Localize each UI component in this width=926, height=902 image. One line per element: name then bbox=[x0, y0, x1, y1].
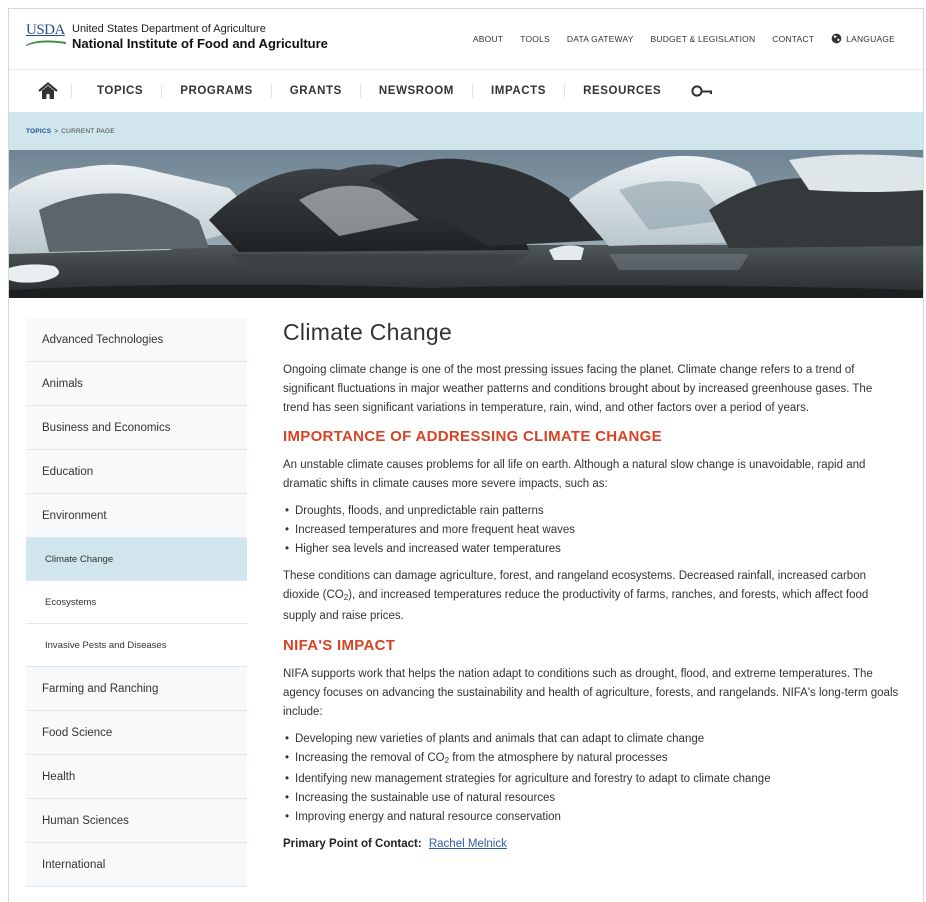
nav-programs[interactable]: PROGRAMS bbox=[161, 84, 271, 98]
breadcrumb-separator: > bbox=[54, 127, 59, 135]
goal-text-b: from the atmosphere by natural processes bbox=[449, 752, 668, 764]
nav-resources[interactable]: RESOURCES bbox=[564, 84, 679, 98]
list-item: Droughts, floods, and unpredictable rain… bbox=[283, 502, 901, 521]
sidebar-item-education[interactable]: Education bbox=[26, 450, 247, 494]
sidebar-item-human-sciences[interactable]: Human Sciences bbox=[26, 799, 247, 843]
nav-grants[interactable]: GRANTS bbox=[270, 84, 360, 98]
sidebar-item-animals[interactable]: Animals bbox=[26, 362, 247, 406]
page-title: Climate Change bbox=[283, 319, 453, 345]
util-link-budget-legislation[interactable]: BUDGET & LEGISLATION bbox=[651, 34, 756, 44]
sidebar-item-environment[interactable]: Environment bbox=[26, 494, 247, 538]
hero-glacier-illustration bbox=[9, 150, 923, 298]
breadcrumb: TOPICS > CURRENT PAGE bbox=[9, 112, 923, 150]
breadcrumb-topics-link[interactable]: TOPICS bbox=[26, 128, 51, 135]
conditions-text-b: ), and increased temperatures reduce the… bbox=[283, 589, 869, 622]
page-frame: USDA United States Department of Agricul… bbox=[8, 8, 924, 902]
util-link-about[interactable]: ABOUT bbox=[473, 34, 503, 44]
list-item: Improving energy and natural resource co… bbox=[283, 808, 901, 827]
usda-swoosh-icon bbox=[26, 40, 66, 46]
usda-logo-link[interactable]: USDA United States Department of Agricul… bbox=[26, 22, 328, 51]
nav-topics[interactable]: TOPICS bbox=[71, 84, 161, 98]
list-item: Developing new varieties of plants and a… bbox=[283, 730, 901, 749]
language-label: LANGUAGE bbox=[846, 33, 895, 44]
sidebar-subitem-climate-change[interactable]: Climate Change bbox=[26, 538, 247, 581]
list-item: Increasing the sustainable use of natura… bbox=[283, 789, 901, 808]
point-of-contact: Primary Point of Contact: Rachel Melnick bbox=[283, 835, 901, 854]
list-item: Higher sea levels and increased water te… bbox=[283, 540, 901, 559]
department-name: United States Department of Agriculture bbox=[72, 23, 266, 35]
util-link-tools[interactable]: TOOLS bbox=[520, 34, 550, 44]
logo-text: United States Department of Agriculture … bbox=[72, 22, 328, 51]
main-article: Climate Change Ongoing climate change is… bbox=[283, 318, 901, 854]
section-heading-importance: IMPORTANCE OF ADDRESSING CLIMATE CHANGE bbox=[283, 428, 662, 445]
list-item: Increased temperatures and more frequent… bbox=[283, 521, 901, 540]
goals-list: Developing new varieties of plants and a… bbox=[283, 730, 901, 827]
sidebar-subitem-ecosystems[interactable]: Ecosystems bbox=[26, 581, 247, 624]
nav-impacts[interactable]: IMPACTS bbox=[471, 84, 564, 98]
nifa-paragraph: NIFA supports work that helps the nation… bbox=[283, 668, 899, 718]
impacts-list: Droughts, floods, and unpredictable rain… bbox=[283, 502, 901, 559]
sidebar-item-health[interactable]: Health bbox=[26, 755, 247, 799]
sidebar-item-food-science[interactable]: Food Science bbox=[26, 711, 247, 755]
goal-text-a: Increasing the removal of CO bbox=[295, 752, 445, 764]
main-nav: TOPICS PROGRAMS GRANTS NEWSROOM IMPACTS … bbox=[9, 69, 923, 112]
breadcrumb-current: CURRENT PAGE bbox=[61, 127, 115, 135]
content-area: Advanced Technologies Animals Business a… bbox=[9, 298, 923, 902]
usda-logo: USDA bbox=[26, 22, 66, 48]
util-link-data-gateway[interactable]: DATA GATEWAY bbox=[567, 34, 634, 44]
sidebar-item-business-economics[interactable]: Business and Economics bbox=[26, 406, 247, 450]
topics-sidebar: Advanced Technologies Animals Business a… bbox=[26, 318, 247, 887]
site-header: USDA United States Department of Agricul… bbox=[9, 9, 923, 69]
globe-icon bbox=[831, 33, 842, 44]
search-icon[interactable] bbox=[691, 84, 713, 98]
language-selector[interactable]: LANGUAGE bbox=[831, 33, 895, 44]
nav-newsroom[interactable]: NEWSROOM bbox=[359, 84, 472, 98]
utility-nav: ABOUT TOOLS DATA GATEWAY BUDGET & LEGISL… bbox=[473, 33, 895, 44]
util-link-contact[interactable]: CONTACT bbox=[772, 34, 814, 44]
sidebar-subitem-invasive-pests[interactable]: Invasive Pests and Diseases bbox=[26, 624, 247, 667]
hero-image-glacier bbox=[9, 150, 923, 298]
sidebar-item-advanced-technologies[interactable]: Advanced Technologies bbox=[26, 318, 247, 362]
list-item: Increasing the removal of CO2 from the a… bbox=[283, 749, 901, 770]
intro-paragraph: Ongoing climate change is one of the mos… bbox=[283, 364, 873, 414]
importance-paragraph: An unstable climate causes problems for … bbox=[283, 459, 866, 490]
agency-name: National Institute of Food and Agricultu… bbox=[72, 36, 328, 51]
conditions-paragraph: These conditions can damage agriculture,… bbox=[283, 567, 901, 626]
sidebar-item-farming-ranching[interactable]: Farming and Ranching bbox=[26, 667, 247, 711]
sidebar-item-international[interactable]: International bbox=[26, 843, 247, 887]
list-item: Identifying new management strategies fo… bbox=[283, 770, 901, 789]
contact-link[interactable]: Rachel Melnick bbox=[429, 838, 507, 850]
section-heading-nifa-impact: NIFA'S IMPACT bbox=[283, 637, 396, 654]
contact-label: Primary Point of Contact: bbox=[283, 838, 422, 850]
usda-wordmark: USDA bbox=[26, 22, 65, 38]
home-icon[interactable] bbox=[38, 82, 58, 100]
